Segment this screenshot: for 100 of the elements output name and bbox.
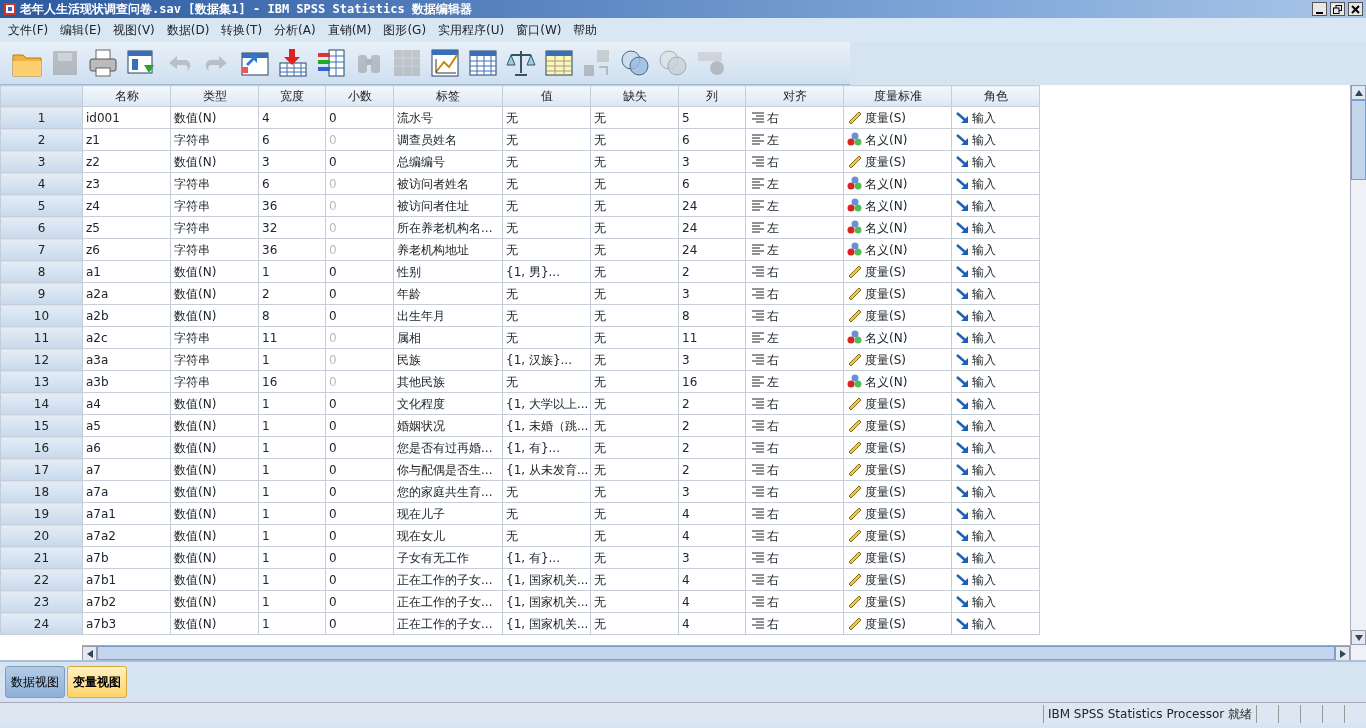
ruler-icon [847,616,862,631]
menu-item[interactable]: 直销(M) [321,21,378,39]
row-number[interactable]: 18 [0,480,83,503]
table-cell: 无 [590,612,679,635]
table-cell: 字符串 [170,348,259,371]
menu-item[interactable]: 编辑(E) [54,21,108,39]
menu-item[interactable]: 分析(A) [268,21,322,39]
scrollbar-thumb[interactable] [97,646,1335,660]
table-cell-text: 度量(S) [865,109,906,127]
row-number[interactable]: 2 [0,128,83,151]
row-number[interactable]: 19 [0,502,83,525]
table-cell-text: 右 [767,461,779,479]
scrollbar-thumb[interactable] [1351,100,1366,180]
table-cell: 无 [590,568,679,591]
table-cell-text: 度量(S) [865,351,906,369]
row-number[interactable]: 8 [0,260,83,283]
row-number[interactable]: 7 [0,238,83,261]
table-cell: 无 [590,194,679,217]
grid-arrow-icon[interactable] [277,47,309,79]
row-number[interactable]: 16 [0,436,83,459]
row-number[interactable]: 14 [0,392,83,415]
table-cell: 无 [590,546,679,569]
view-tab[interactable]: 变量视图 [67,666,127,698]
close-button[interactable] [1348,2,1363,16]
row-number[interactable]: 5 [0,194,83,217]
menu-item[interactable]: 文件(F) [2,21,55,39]
scroll-up-button[interactable] [1351,85,1366,100]
table-cell-text: 输入 [972,483,996,501]
table-cell-text: 右 [767,505,779,523]
row-number[interactable]: 21 [0,546,83,569]
column-header[interactable]: 类型 [170,85,259,107]
row-number[interactable]: 3 [0,150,83,173]
column-header[interactable]: 标签 [393,85,503,107]
table-cell: 无 [590,480,679,503]
table-cell: id001 [82,106,171,129]
table-cell: a7a2 [82,524,171,547]
align-right-icon [752,508,764,519]
restore-button[interactable] [1330,2,1345,16]
table-cell-text: 度量(S) [865,549,906,567]
menu-item[interactable]: 数据(D) [160,21,216,39]
menu-item[interactable]: 窗口(W) [510,21,568,39]
view-tab[interactable]: 数据视图 [5,666,65,698]
table-cell: 无 [502,480,591,503]
row-number[interactable]: 10 [0,304,83,327]
table-cell: 无 [502,216,591,239]
ruler-icon [847,506,862,521]
variables-icon[interactable] [315,47,347,79]
table-cell: 数值(N) [170,480,259,503]
table-cell: 16 [258,370,326,393]
row-number[interactable]: 23 [0,590,83,613]
menu-item[interactable]: 视图(V) [107,21,161,39]
table-cell-text: 度量(S) [865,395,906,413]
minimize-button[interactable] [1312,2,1327,16]
column-header[interactable]: 对齐 [745,85,844,107]
row-number[interactable]: 24 [0,612,83,635]
row-number[interactable]: 12 [0,348,83,371]
table-cell: 字符串 [170,326,259,349]
circles-icon[interactable] [619,47,651,79]
column-header[interactable]: 度量标准 [843,85,952,107]
column-header[interactable]: 缺失 [590,85,679,107]
align-right-icon [752,596,764,607]
table-cell: 36 [258,238,326,261]
chart-icon[interactable] [429,47,461,79]
table-cell: 数值(N) [170,414,259,437]
table-cell: 无 [590,524,679,547]
menu-item[interactable]: 图形(G) [377,21,433,39]
table-cell: 正在工作的子女... [393,612,503,635]
menu-item[interactable]: 帮助 [567,21,604,39]
table-cell: 8 [678,304,746,327]
menu-item[interactable]: 实用程序(U) [432,21,511,39]
menu-item[interactable]: 转换(T) [215,21,269,39]
table-cell: a7b2 [82,590,171,613]
column-header[interactable]: 列 [678,85,746,107]
row-number[interactable]: 13 [0,370,83,393]
scroll-down-button[interactable] [1351,630,1366,645]
row-number[interactable]: 4 [0,172,83,195]
row-number[interactable]: 11 [0,326,83,349]
align-left-icon [752,222,764,233]
table-cell: 1 [258,524,326,547]
row-number[interactable]: 9 [0,282,83,305]
row-number[interactable]: 15 [0,414,83,437]
align-left-icon [752,332,764,343]
grid-icon[interactable] [467,47,499,79]
column-header[interactable]: 角色 [951,85,1040,107]
row-number[interactable]: 6 [0,216,83,239]
table-cell-text: 输入 [972,153,996,171]
printer-icon[interactable] [87,47,119,79]
column-header[interactable]: 宽度 [258,85,326,107]
row-number[interactable]: 20 [0,524,83,547]
row-number[interactable]: 1 [0,106,83,129]
align-left-icon [752,178,764,189]
table-cell: 数值(N) [170,304,259,327]
table-cell: 数值(N) [170,282,259,305]
column-header[interactable]: 小数 [325,85,394,107]
row-number[interactable]: 17 [0,458,83,481]
table-cell: 无 [590,502,679,525]
row-number[interactable]: 22 [0,568,83,591]
column-header[interactable]: 名称 [82,85,171,107]
column-header[interactable]: 值 [502,85,591,107]
table-icon[interactable] [543,47,575,79]
